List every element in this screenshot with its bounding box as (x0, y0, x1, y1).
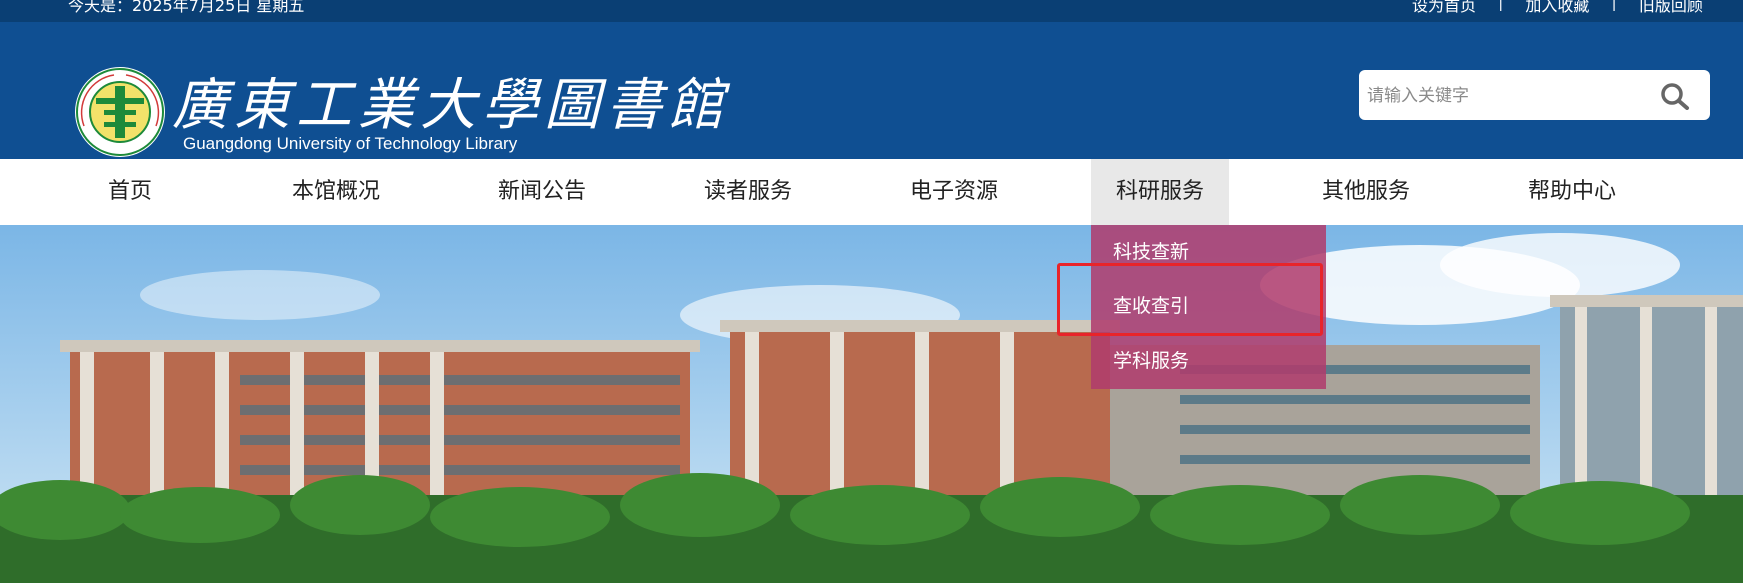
dropdown-item-citation-search[interactable]: 查收查引 (1113, 286, 1189, 326)
nav-research-services[interactable]: 科研服务 (1091, 159, 1229, 225)
search-icon[interactable] (1660, 82, 1690, 110)
link-separator: | (1611, 0, 1617, 11)
main-nav: 首页 本馆概况 新闻公告 读者服务 电子资源 科研服务 其他服务 帮助中心 (0, 159, 1743, 225)
nav-news[interactable]: 新闻公告 (482, 159, 602, 225)
nav-reader-services[interactable]: 读者服务 (688, 159, 808, 225)
top-links: 设为首页 | 加入收藏 | 旧版回顾 (1412, 0, 1703, 16)
link-separator: | (1498, 0, 1504, 11)
nav-other-services[interactable]: 其他服务 (1306, 159, 1426, 225)
search-input[interactable] (1365, 70, 1639, 122)
search-box (1359, 70, 1710, 122)
date-text: 今天是：2025年7月25日 星期五 (68, 0, 305, 15)
campus-banner-image (0, 225, 1743, 583)
top-bar: 今天是：2025年7月25日 星期五 设为首页 | 加入收藏 | 旧版回顾 (0, 0, 1743, 22)
nav-about[interactable]: 本馆概况 (276, 159, 396, 225)
nav-home[interactable]: 首页 (86, 159, 174, 225)
nav-e-resources[interactable]: 电子资源 (894, 159, 1014, 225)
research-services-dropdown: 科技查新 查收查引 学科服务 (1091, 225, 1326, 389)
nav-help-center[interactable]: 帮助中心 (1512, 159, 1632, 225)
add-favorite-link[interactable]: 加入收藏 (1525, 0, 1589, 16)
library-name-english: Guangdong University of Technology Libra… (183, 134, 518, 153)
dropdown-item-subject-services[interactable]: 学科服务 (1113, 341, 1189, 381)
library-seal-logo (75, 67, 165, 157)
old-version-link[interactable]: 旧版回顾 (1639, 0, 1703, 16)
set-homepage-link[interactable]: 设为首页 (1412, 0, 1476, 16)
dropdown-item-novelty-search[interactable]: 科技查新 (1113, 232, 1189, 272)
library-name-calligraphy: 廣東工業大學圖書館 (172, 73, 730, 138)
